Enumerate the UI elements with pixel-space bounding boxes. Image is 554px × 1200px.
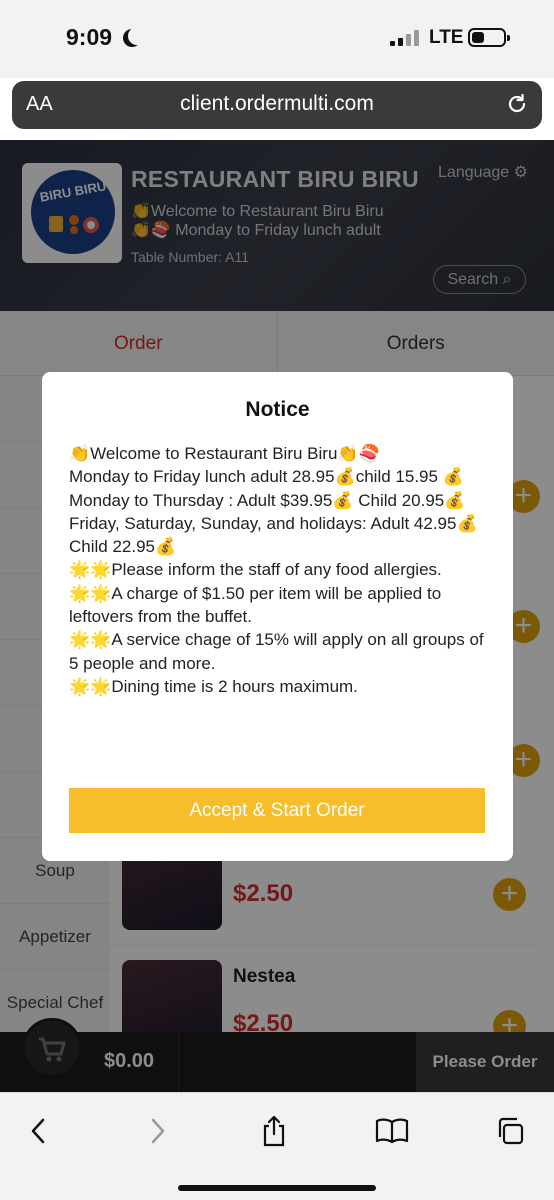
share-icon[interactable] [254, 1113, 294, 1149]
network-label: LTE [429, 27, 464, 48]
signal-icon [390, 30, 420, 46]
notice-line: 🌟🌟Dining time is 2 hours maximum. [69, 676, 358, 696]
notice-line: 👏Welcome to Restaurant Biru Biru👏🍣 [69, 444, 380, 463]
bookmarks-icon[interactable] [372, 1113, 412, 1149]
status-time: 9:09 [66, 24, 113, 50]
home-indicator [178, 1185, 376, 1191]
tabs-icon[interactable] [490, 1113, 530, 1149]
url-text[interactable]: client.ordermulti.com [12, 92, 542, 116]
notice-line: 🌟🌟A service chage of 15% will apply on a… [69, 630, 484, 673]
notice-line: 🌟🌟Please inform the staff of any food al… [69, 560, 442, 580]
address-bar[interactable]: AA client.ordermulti.com [12, 81, 542, 129]
forward-icon[interactable] [138, 1113, 178, 1149]
notice-dialog: Notice 👏Welcome to Restaurant Biru Biru👏… [42, 372, 513, 861]
moon-icon [128, 27, 146, 45]
notice-line: Monday to Friday lunch adult 28.95💰child… [69, 467, 464, 487]
accept-start-order-button[interactable]: Accept & Start Order [69, 788, 485, 833]
notice-line: 🌟🌟A charge of $1.50 per item will be app… [69, 583, 442, 627]
dialog-body: 👏Welcome to Restaurant Biru Biru👏🍣 Monda… [69, 442, 489, 698]
reload-icon[interactable] [506, 93, 528, 120]
dialog-title: Notice [245, 398, 310, 421]
browser-toolbar [0, 1092, 554, 1200]
status-bar: 9:09 LTE [0, 0, 554, 78]
notice-line: Friday, Saturday, Sunday, and holidays: … [69, 513, 478, 557]
back-icon[interactable] [18, 1113, 58, 1149]
battery-icon [468, 28, 510, 47]
notice-line: Monday to Thursday : Adult $39.95💰 Child… [69, 490, 466, 510]
